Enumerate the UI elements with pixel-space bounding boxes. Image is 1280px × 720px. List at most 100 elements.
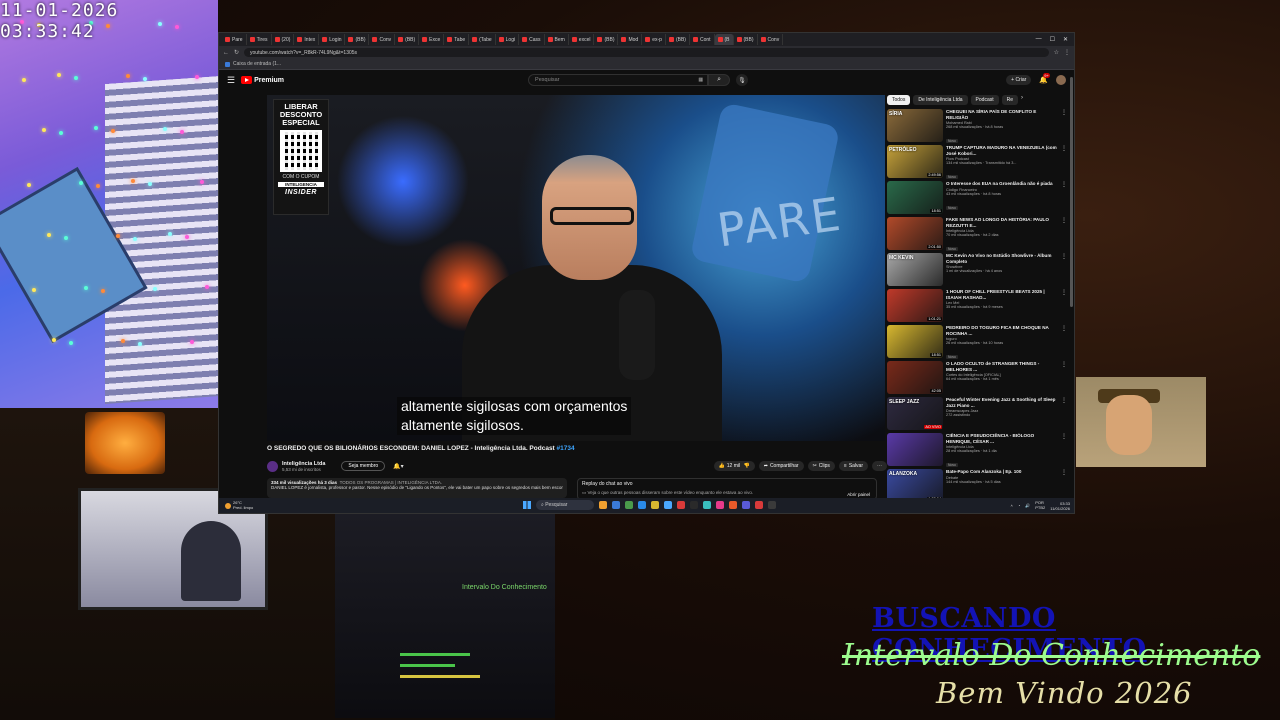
channel-avatar[interactable] (267, 460, 278, 472)
video-thumbnail[interactable]: 1:01:21 (887, 289, 943, 322)
more-options-icon[interactable]: ⋮ (1061, 289, 1067, 325)
tray-chevron-icon[interactable]: ˄ (1011, 503, 1013, 508)
recommended-video[interactable]: 42:05 O LADO OCULTO de STRANGER THINGS - … (887, 361, 1067, 397)
search-input[interactable]: Pesquisar ▦ (528, 74, 709, 86)
windows-start-icon[interactable] (523, 501, 531, 509)
recommended-video[interactable]: MC KEVIN MC Kevin Ao Vivo no Estúdio Show… (887, 253, 1067, 289)
create-button[interactable]: + Criar (1006, 75, 1032, 85)
more-options-icon[interactable]: ⋮ (1061, 325, 1067, 361)
page-scrollbar[interactable] (1070, 77, 1073, 307)
youtube-logo[interactable]: Premium (241, 76, 284, 84)
recommended-video[interactable]: ALANZOKA1:23:04Bate-Papo Com Alanzoka | … (887, 469, 1067, 500)
video-thumbnail[interactable]: ALANZOKA1:23:04 (887, 469, 943, 500)
taskbar-app-icon[interactable] (703, 501, 711, 509)
browser-tab[interactable]: (BB) (594, 34, 619, 45)
search-button[interactable]: ⌕ (708, 74, 731, 86)
clip-button[interactable]: ✂ Clips (807, 461, 835, 471)
video-thumbnail[interactable]: 18:51 (887, 181, 943, 214)
weather-widget[interactable]: 26°C Pred. limpo (225, 500, 253, 510)
more-options-icon[interactable]: ⋮ (1061, 145, 1067, 181)
taskbar-app-icon[interactable] (638, 501, 646, 509)
browser-tab[interactable]: Conv (758, 34, 784, 45)
recommended-video[interactable]: 2:01:50 FAKE NEWS AO LONGO DA HISTÓRIA: P… (887, 217, 1067, 253)
browser-tab[interactable]: (BB) (345, 34, 370, 45)
browser-tab[interactable]: (BB) (734, 34, 758, 45)
browser-tab[interactable]: Logi (496, 34, 520, 45)
minimize-icon[interactable]: — (1036, 36, 1042, 43)
filter-chip[interactable]: De Inteligência Ltda (913, 95, 968, 105)
taskbar-app-icon[interactable] (599, 501, 607, 509)
thumbs-down-icon[interactable]: 👎 (742, 463, 749, 469)
notifications-button[interactable]: 🔔 9+ (1039, 73, 1050, 84)
more-options-icon[interactable]: ⋮ (1061, 433, 1067, 469)
more-options-icon[interactable]: ⋮ (1061, 361, 1067, 397)
like-button[interactable]: 👍 12 mil 👎 (713, 461, 755, 471)
browser-tab[interactable]: Cont (690, 34, 715, 45)
taskbar-app-icon[interactable] (664, 501, 672, 509)
volume-icon[interactable]: 🔊 (1025, 503, 1030, 508)
browser-tab[interactable]: (BB) (666, 34, 690, 45)
reload-icon[interactable]: ↻ (234, 49, 239, 56)
extensions-icon[interactable]: ⋮ (1064, 49, 1070, 56)
recommended-video[interactable]: 1:01:21 1 HOUR OF CHILL FREESTYLE BEATS 2… (887, 289, 1067, 325)
more-options-icon[interactable]: ⋮ (1061, 469, 1067, 500)
video-thumbnail[interactable]: SLEEP JAZZ AO VIVO (887, 397, 943, 430)
browser-tab[interactable]: (20) (272, 34, 295, 45)
browser-tab[interactable]: Tabe (444, 34, 470, 45)
browser-tab[interactable]: (Tabe (469, 34, 496, 45)
video-thumbnail[interactable]: MC KEVIN (887, 253, 943, 286)
chevron-right-icon[interactable]: › (1021, 95, 1023, 105)
subscribed-bell-icon[interactable]: 🔔▾ (393, 463, 403, 470)
back-icon[interactable]: ← (223, 50, 229, 56)
browser-tab[interactable]: Mod (618, 34, 643, 45)
star-icon[interactable]: ☆ (1054, 49, 1059, 56)
browser-tab[interactable]: Pare (222, 34, 247, 45)
save-button[interactable]: ≡ Salvar (838, 461, 868, 471)
taskbar-app-icon[interactable] (677, 501, 685, 509)
recommended-video[interactable]: CIÊNCIA E PSEUDOCIÊNCIA - BIÓLOGO HENRIQ… (887, 433, 1067, 469)
browser-tab[interactable]: Tires (247, 34, 272, 45)
taskbar-app-icon[interactable] (729, 501, 737, 509)
video-thumbnail[interactable] (887, 433, 943, 466)
filter-chip[interactable]: Todos (887, 95, 911, 105)
more-options-icon[interactable]: ⋮ (1061, 181, 1067, 217)
browser-tab[interactable]: Intex (294, 34, 320, 45)
keyboard-icon[interactable]: ▦ (698, 77, 703, 83)
taskbar-search[interactable]: ⌕ Pesquisar (536, 500, 594, 510)
more-actions-button[interactable]: ⋯ (872, 461, 887, 471)
account-avatar[interactable] (1056, 75, 1066, 85)
browser-tab[interactable]: Login (319, 34, 346, 45)
url-field[interactable]: youtube.com/watch?v=_R8kR-74L9Ng&t=1305s (244, 48, 1049, 57)
browser-tab[interactable]: (B (714, 34, 734, 45)
close-icon[interactable]: ✕ (1063, 36, 1068, 43)
filter-chip[interactable]: Podcast (970, 95, 999, 105)
video-thumbnail[interactable]: SÍRIA (887, 109, 943, 142)
voice-search-button[interactable]: 🎙 (736, 74, 749, 86)
maximize-icon[interactable]: ☐ (1050, 36, 1055, 43)
video-hashtag[interactable]: #1734 (557, 445, 575, 452)
recommended-video[interactable]: PETRÓLEO 2:49:56 TRUMP CAPTURA MADURO NA V… (887, 145, 1067, 181)
recommended-video[interactable]: 18:51 O Interesse dos EUA na Groenlândia … (887, 181, 1067, 217)
more-options-icon[interactable]: ⋮ (1061, 217, 1067, 253)
taskbar-app-icon[interactable] (625, 501, 633, 509)
language-indicator[interactable]: POR PTB2 (1035, 500, 1045, 510)
video-thumbnail[interactable]: 2:01:50 (887, 217, 943, 250)
channel-name[interactable]: Inteligência Ltda (282, 461, 325, 467)
browser-tab[interactable]: (BB) (395, 34, 420, 45)
hamburger-menu-icon[interactable]: ☰ (227, 75, 235, 86)
more-options-icon[interactable]: ⋮ (1061, 253, 1067, 289)
more-options-icon[interactable]: ⋮ (1061, 109, 1067, 145)
open-chat-button[interactable]: Abrir painel (847, 492, 870, 497)
taskbar-app-icon[interactable] (716, 501, 724, 509)
taskbar-app-icon[interactable] (742, 501, 750, 509)
recommended-video[interactable]: SLEEP JAZZ AO VIVO Peaceful Winter Evening… (887, 397, 1067, 433)
taskbar-app-icon[interactable] (768, 501, 776, 509)
video-thumbnail[interactable]: 42:05 (887, 361, 943, 394)
browser-tab[interactable]: Bem (545, 34, 569, 45)
browser-tab[interactable]: Cass (519, 34, 545, 45)
video-thumbnail[interactable]: PETRÓLEO 2:49:56 (887, 145, 943, 178)
clock[interactable]: 03:33 11/01/2026 (1050, 501, 1070, 511)
taskbar-app-icon[interactable] (651, 501, 659, 509)
filter-chip[interactable]: Re (1001, 95, 1019, 105)
taskbar-app-icon[interactable] (690, 501, 698, 509)
